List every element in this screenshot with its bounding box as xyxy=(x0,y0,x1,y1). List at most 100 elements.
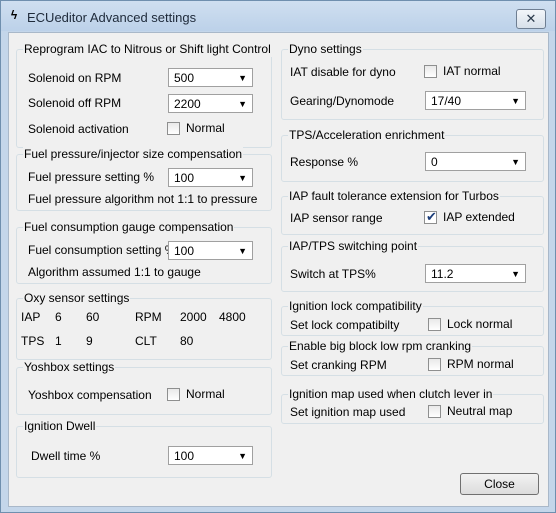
group-title: Fuel consumption gauge compensation xyxy=(23,220,235,235)
fuel-consumption-group: Fuel consumption gauge compensation Fuel… xyxy=(16,220,272,284)
solenoid-off-rpm-label: Solenoid off RPM xyxy=(28,96,122,110)
select-value: 17/40 xyxy=(431,94,462,108)
chevron-down-icon: ▼ xyxy=(511,269,520,279)
chevron-down-icon: ▼ xyxy=(511,157,520,167)
iat-disable-label: IAT disable for dyno xyxy=(290,65,396,79)
select-value: 0 xyxy=(431,155,438,169)
set-ignition-map-label: Set ignition map used xyxy=(290,405,406,419)
group-title: Oxy sensor settings xyxy=(23,291,131,306)
rpm-normal-checkbox[interactable] xyxy=(428,358,441,371)
dwell-time-label: Dwell time % xyxy=(31,449,101,463)
oxy-tps-high: 9 xyxy=(86,334,93,348)
group-title: IAP fault tolerance extension for Turbos xyxy=(288,189,500,204)
chevron-down-icon: ▼ xyxy=(238,246,247,256)
fuel-pressure-setting-select[interactable]: 100 ▼ xyxy=(168,168,253,187)
oxy-clt-label: CLT xyxy=(135,334,157,348)
group-title: TPS/Acceleration enrichment xyxy=(288,128,446,143)
group-title: Dyno settings xyxy=(288,42,363,57)
checkbox-label: RPM normal xyxy=(447,357,514,371)
oxy-clt-value: 80 xyxy=(180,334,194,348)
switch-at-tps-select[interactable]: 11.2 ▼ xyxy=(425,264,526,283)
iap-extended-checkbox[interactable]: ✔ xyxy=(424,209,437,224)
chevron-down-icon: ▼ xyxy=(238,173,247,183)
iap-sensor-range-label: IAP sensor range xyxy=(290,211,383,225)
big-block-group: Enable big block low rpm cranking Set cr… xyxy=(281,339,544,376)
window-title: ECUeditor Advanced settings xyxy=(27,10,197,25)
solenoid-on-rpm-label: Solenoid on RPM xyxy=(28,71,122,85)
select-value: 11.2 xyxy=(431,267,454,281)
solenoid-off-rpm-select[interactable]: 2200 ▼ xyxy=(168,94,253,113)
title-bar[interactable]: ϟ ECUeditor Advanced settings ✕ xyxy=(1,1,555,31)
gearing-dynomode-select[interactable]: 17/40 ▼ xyxy=(425,91,526,110)
set-cranking-rpm-label: Set cranking RPM xyxy=(290,358,387,372)
checkbox-label: IAP extended xyxy=(443,210,515,224)
fuel-pressure-group: Fuel pressure/injector size compensation… xyxy=(16,147,272,211)
yoshbox-compensation-label: Yoshbox compensation xyxy=(28,388,152,402)
iat-normal-checkbox[interactable] xyxy=(424,65,437,78)
dyno-group: Dyno settings IAT disable for dyno IAT n… xyxy=(281,42,544,120)
oxy-iap-low: 6 xyxy=(55,310,62,324)
chevron-down-icon: ▼ xyxy=(238,99,247,109)
select-value: 100 xyxy=(174,449,195,463)
ignition-lock-group: Ignition lock compatibility Set lock com… xyxy=(281,299,544,336)
close-button[interactable]: Close xyxy=(460,473,539,495)
oxy-tps-label: TPS xyxy=(21,334,45,348)
gearing-dynomode-label: Gearing/Dynomode xyxy=(290,94,395,108)
select-value: 100 xyxy=(174,244,195,258)
group-title: Enable big block low rpm cranking xyxy=(288,339,473,354)
chevron-down-icon: ▼ xyxy=(238,73,247,83)
group-title: Ignition lock compatibility xyxy=(288,299,423,314)
select-value: 100 xyxy=(174,171,195,185)
checkbox-label: Normal xyxy=(186,121,225,135)
group-title: Ignition Dwell xyxy=(23,419,97,434)
oxy-iap-label: IAP xyxy=(21,310,41,324)
checkbox-label: IAT normal xyxy=(443,64,501,78)
neutral-map-checkbox[interactable] xyxy=(428,405,441,418)
yoshbox-normal-checkbox[interactable] xyxy=(167,388,180,401)
solenoid-on-rpm-select[interactable]: 500 ▼ xyxy=(168,68,253,87)
oxy-tps-low: 1 xyxy=(55,334,62,348)
ignition-map-group: Ignition map used when clutch lever in S… xyxy=(281,387,544,424)
reprogram-group: Reprogram IAC to Nitrous or Shift light … xyxy=(16,42,272,148)
oxy-rpm-low: 2000 xyxy=(180,310,207,324)
group-title: Yoshbox settings xyxy=(23,360,116,375)
checkbox-label: Neutral map xyxy=(447,404,513,418)
iap-tps-switching-group: IAP/TPS switching point Switch at TPS% 1… xyxy=(281,239,544,292)
select-value: 2200 xyxy=(174,97,201,111)
set-lock-label: Set lock compatibilty xyxy=(290,318,400,332)
ignition-dwell-group: Ignition Dwell Dwell time % 100 ▼ xyxy=(16,419,272,478)
yoshbox-group: Yoshbox settings Yoshbox compensation No… xyxy=(16,360,272,415)
group-title: Ignition map used when clutch lever in xyxy=(288,387,494,402)
oxy-rpm-label: RPM xyxy=(135,310,162,324)
select-value: 500 xyxy=(174,71,195,85)
group-title: IAP/TPS switching point xyxy=(288,239,419,254)
fuel-consumption-note: Algorithm assumed 1:1 to gauge xyxy=(28,265,201,279)
checkbox-label: Normal xyxy=(186,387,225,401)
chevron-down-icon: ▼ xyxy=(238,451,247,461)
iap-fault-group: IAP fault tolerance extension for Turbos… xyxy=(281,189,544,235)
fuel-pressure-note: Fuel pressure algorithm not 1:1 to press… xyxy=(28,192,258,206)
fuel-consumption-setting-label: Fuel consumption setting % xyxy=(28,243,176,257)
response-label: Response % xyxy=(290,155,359,169)
tps-acceleration-group: TPS/Acceleration enrichment Response % 0… xyxy=(281,128,544,182)
check-icon: ✔ xyxy=(426,209,437,224)
chevron-down-icon: ▼ xyxy=(511,96,520,106)
oxy-iap-high: 60 xyxy=(86,310,100,324)
switch-at-tps-label: Switch at TPS% xyxy=(290,267,376,281)
app-icon: ϟ xyxy=(10,8,18,22)
lock-normal-checkbox[interactable] xyxy=(428,318,441,331)
group-title: Reprogram IAC to Nitrous or Shift light … xyxy=(23,42,272,57)
solenoid-activation-label: Solenoid activation xyxy=(28,122,129,136)
dialog-content: Reprogram IAC to Nitrous or Shift light … xyxy=(8,32,549,507)
dwell-time-select[interactable]: 100 ▼ xyxy=(168,446,253,465)
checkbox-label: Lock normal xyxy=(447,317,513,331)
group-title: Fuel pressure/injector size compensation xyxy=(23,147,244,162)
fuel-consumption-setting-select[interactable]: 100 ▼ xyxy=(168,241,253,260)
oxy-rpm-high: 4800 xyxy=(219,310,246,324)
solenoid-normal-checkbox[interactable] xyxy=(167,122,180,135)
fuel-pressure-setting-label: Fuel pressure setting % xyxy=(28,170,155,184)
close-window-button[interactable]: ✕ xyxy=(516,9,546,29)
response-select[interactable]: 0 ▼ xyxy=(425,152,526,171)
oxy-sensor-group: Oxy sensor settings IAP 6 60 RPM 2000 48… xyxy=(16,291,272,360)
advanced-settings-window: ϟ ECUeditor Advanced settings ✕ Reprogra… xyxy=(0,0,556,513)
